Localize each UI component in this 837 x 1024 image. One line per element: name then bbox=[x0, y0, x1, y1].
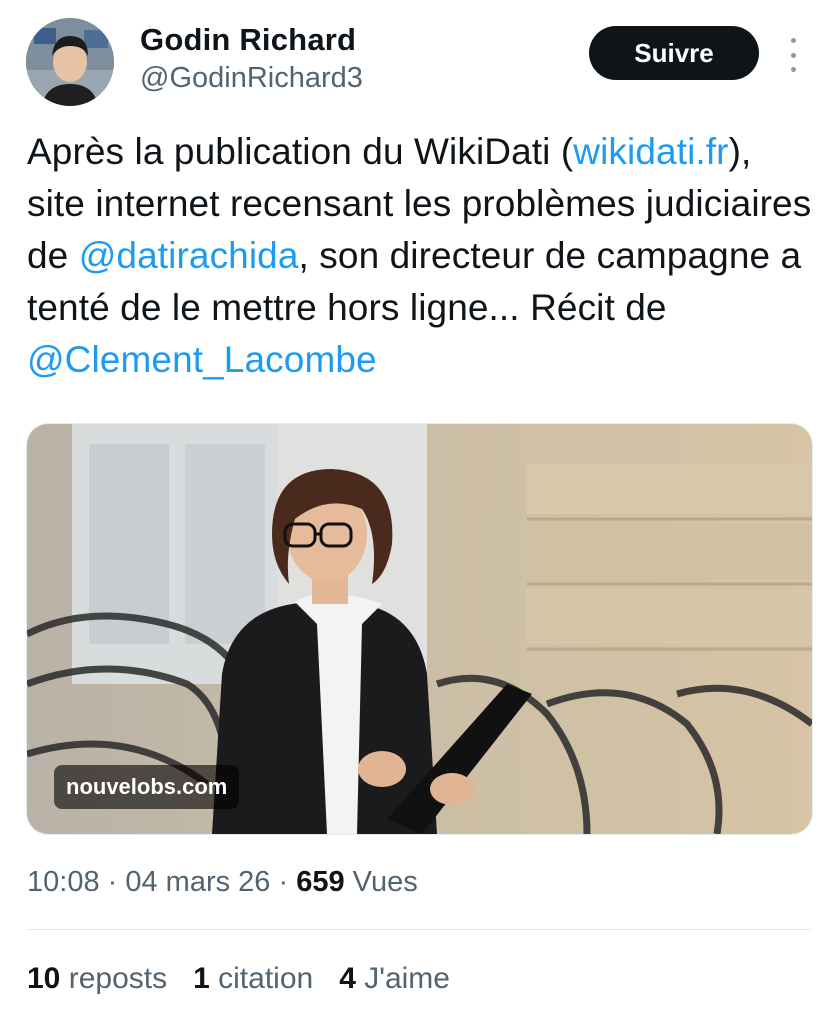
mention-clement-lacombe[interactable]: @Clement_Lacombe bbox=[27, 339, 377, 380]
avatar[interactable] bbox=[26, 18, 114, 106]
quotes-stat[interactable]: 1 citation bbox=[193, 962, 313, 996]
likes-count: 4 bbox=[339, 962, 356, 995]
reposts-label: reposts bbox=[68, 962, 168, 995]
mention-datirachida[interactable]: @datirachida bbox=[79, 235, 299, 276]
tweet-text-part: Après la publication du WikiDati ( bbox=[27, 131, 574, 172]
avatar-image bbox=[26, 18, 114, 106]
author-name[interactable]: Godin Richard bbox=[140, 22, 356, 58]
follow-button[interactable]: Suivre bbox=[589, 26, 759, 80]
media-source-badge: nouvelobs.com bbox=[54, 765, 240, 809]
likes-stat[interactable]: 4 J'aime bbox=[339, 962, 450, 996]
tweet-meta: 10:08 · 04 mars 26 · 659 Vues bbox=[27, 866, 418, 899]
views-label: Vues bbox=[352, 866, 418, 898]
tweet-date[interactable]: 04 mars 26 bbox=[125, 866, 270, 898]
tweet-link[interactable]: wikidati.fr bbox=[573, 131, 728, 172]
divider bbox=[26, 929, 811, 930]
reposts-count: 10 bbox=[27, 962, 61, 995]
meta-separator: · bbox=[278, 866, 297, 898]
meta-separator: · bbox=[107, 866, 126, 898]
more-options-icon[interactable] bbox=[783, 38, 803, 72]
reposts-stat[interactable]: 10 reposts bbox=[27, 962, 167, 996]
likes-label: J'aime bbox=[364, 962, 450, 995]
quotes-label: citation bbox=[218, 962, 314, 995]
tweet-text: Après la publication du WikiDati (wikida… bbox=[27, 126, 817, 386]
tweet-header: Godin Richard @GodinRichard3 Suivre bbox=[0, 0, 837, 120]
author-handle[interactable]: @GodinRichard3 bbox=[140, 62, 363, 95]
tweet-stats: 10 reposts 1 citation 4 J'aime bbox=[27, 962, 476, 996]
quotes-count: 1 bbox=[193, 962, 210, 995]
views-count: 659 bbox=[296, 866, 345, 898]
tweet-time[interactable]: 10:08 bbox=[27, 866, 100, 898]
